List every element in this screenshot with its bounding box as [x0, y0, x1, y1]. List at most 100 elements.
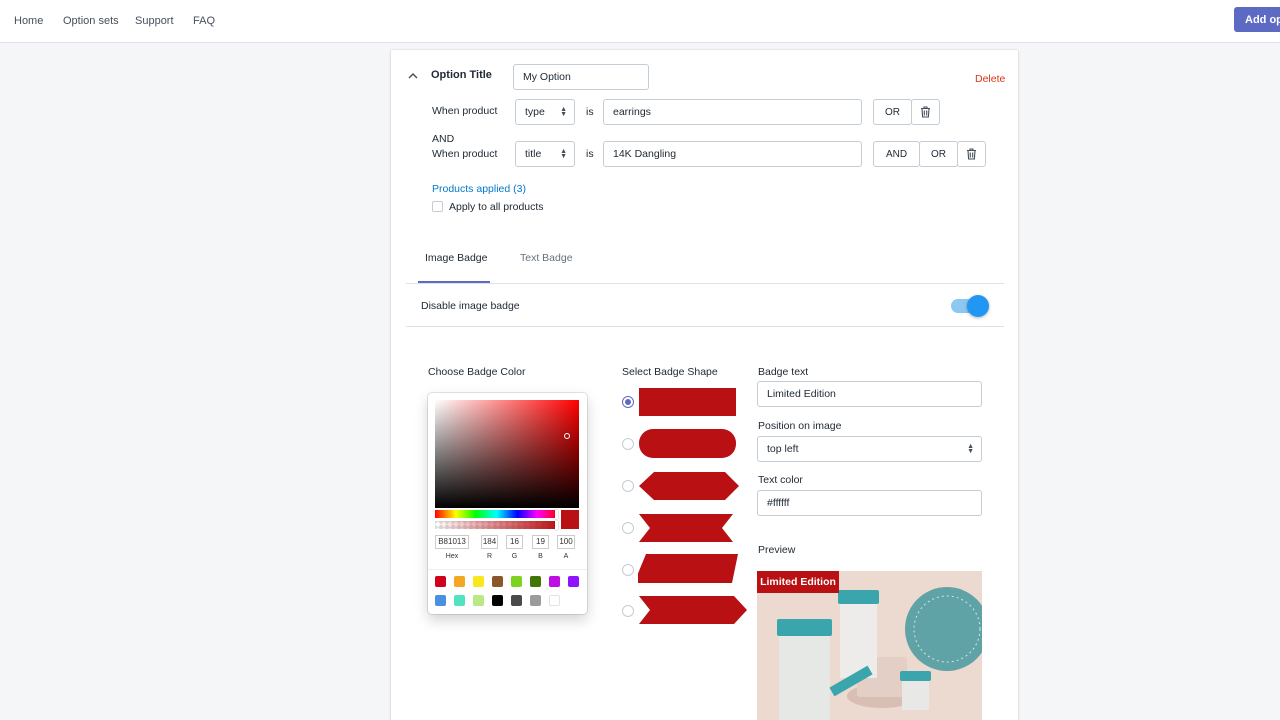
condition1-field-value: type	[525, 106, 545, 118]
shape-radio-parallelogram[interactable]	[622, 564, 634, 576]
badge-text-input[interactable]: Limited Edition	[757, 381, 982, 407]
text-color-label: Text color	[758, 474, 803, 486]
condition2-delete-button[interactable]	[957, 141, 986, 167]
alpha-slider[interactable]	[435, 520, 558, 530]
hex-input[interactable]: B81013	[435, 535, 469, 549]
preset-swatch[interactable]	[454, 576, 465, 587]
hue-handle[interactable]	[555, 509, 558, 519]
collapse-chevron-icon[interactable]	[408, 72, 418, 80]
nav-faq[interactable]: FAQ	[193, 15, 215, 27]
preset-swatch[interactable]	[435, 595, 446, 606]
hue-slider[interactable]	[435, 509, 558, 519]
select-arrows-icon: ▲ ▼	[967, 443, 974, 455]
delete-link[interactable]: Delete	[975, 73, 1005, 85]
preset-swatch[interactable]	[530, 576, 541, 587]
tabs-divider	[406, 283, 1004, 284]
shape-arrow[interactable]	[639, 596, 747, 624]
shape-radio-arrow[interactable]	[622, 605, 634, 617]
preset-swatch[interactable]	[511, 595, 522, 606]
condition2-and-button[interactable]: AND	[873, 141, 920, 167]
select-arrows-icon: ▲ ▼	[560, 106, 567, 118]
preset-swatch[interactable]	[492, 576, 503, 587]
trash-icon	[967, 148, 976, 160]
b-input[interactable]: 19	[532, 535, 549, 549]
option-title-label: Option Title	[431, 69, 492, 81]
product-photo	[757, 571, 982, 720]
saturation-cursor[interactable]	[564, 433, 570, 439]
black-overlay	[435, 400, 579, 508]
condition1-value-input[interactable]: earrings	[603, 99, 862, 125]
color-picker: B81013 184 16 19 100 Hex R G B A	[428, 393, 587, 614]
tab-image-badge[interactable]: Image Badge	[425, 252, 487, 264]
apply-all-checkbox[interactable]	[432, 201, 443, 212]
text-color-input[interactable]: #ffffff	[757, 490, 982, 516]
products-applied-link[interactable]: Products applied (3)	[432, 183, 526, 195]
top-nav: Home Option sets Support FAQ Add opt	[0, 0, 1280, 43]
shape-radio-hexagon[interactable]	[622, 480, 634, 492]
badge-shape-label: Select Badge Shape	[622, 366, 718, 378]
badge-color-label: Choose Badge Color	[428, 366, 526, 378]
shape-pill[interactable]	[639, 429, 736, 458]
preset-swatch[interactable]	[473, 576, 484, 587]
position-select[interactable]: top left ▲ ▼	[757, 436, 982, 462]
g-input[interactable]: 16	[506, 535, 523, 549]
preset-swatch[interactable]	[435, 576, 446, 587]
preset-swatch[interactable]	[454, 595, 465, 606]
condition2-and-prefix: AND	[432, 133, 455, 145]
preset-swatch[interactable]	[511, 576, 522, 587]
position-value: top left	[767, 443, 799, 455]
hex-label: Hex	[445, 553, 459, 560]
preview-label: Preview	[758, 544, 796, 556]
alpha-gradient	[435, 521, 558, 529]
condition1-or-button[interactable]: OR	[873, 99, 912, 125]
preset-swatch[interactable]	[530, 595, 541, 606]
preset-swatch[interactable]	[473, 595, 484, 606]
a-label: A	[563, 553, 569, 560]
condition2-field-value: title	[525, 148, 542, 160]
tab-text-badge[interactable]: Text Badge	[520, 252, 573, 264]
toggle-knob[interactable]	[967, 295, 989, 317]
nav-support[interactable]: Support	[135, 15, 174, 27]
shape-radio-pill[interactable]	[622, 438, 634, 450]
r-input[interactable]: 184	[481, 535, 498, 549]
condition2-value-input[interactable]: 14K Dangling	[603, 141, 862, 167]
condition1-delete-button[interactable]	[911, 99, 940, 125]
shape-radio-rectangle[interactable]	[622, 396, 634, 408]
option-title-input[interactable]: My Option	[513, 64, 649, 90]
section-divider	[406, 326, 1004, 327]
condition2-label: When product	[432, 148, 498, 160]
shape-parallelogram[interactable]	[638, 554, 738, 583]
r-label: R	[486, 553, 493, 560]
condition1-operator: is	[586, 106, 594, 118]
shape-hexagon[interactable]	[639, 472, 739, 500]
preview-image: Limited Edition	[757, 571, 982, 720]
preset-swatch[interactable]	[568, 576, 579, 587]
add-option-button[interactable]: Add opt	[1234, 7, 1280, 32]
g-label: G	[511, 553, 518, 560]
b-label: B	[538, 553, 543, 560]
select-arrows-icon: ▲ ▼	[560, 148, 567, 160]
saturation-area[interactable]	[435, 400, 579, 508]
position-label: Position on image	[758, 420, 842, 432]
preset-swatch[interactable]	[492, 595, 503, 606]
nav-home[interactable]: Home	[14, 15, 43, 27]
condition1-field-select[interactable]: type ▲ ▼	[515, 99, 575, 125]
shape-double-notch[interactable]	[639, 514, 733, 542]
nav-option-sets[interactable]: Option sets	[63, 15, 119, 27]
badge-text-label: Badge text	[758, 366, 809, 378]
preset-swatch[interactable]	[549, 576, 560, 587]
a-input[interactable]: 100	[557, 535, 575, 549]
preset-swatch[interactable]	[549, 595, 560, 606]
condition2-field-select[interactable]: title ▲ ▼	[515, 141, 575, 167]
shape-radio-double-notch[interactable]	[622, 522, 634, 534]
shape-rectangle[interactable]	[639, 388, 736, 416]
current-color-swatch	[561, 510, 579, 529]
badge-shapes	[638, 388, 747, 624]
disable-image-badge-label: Disable image badge	[421, 300, 520, 312]
preview-badge: Limited Edition	[757, 571, 839, 593]
condition1-label: When product	[432, 105, 498, 117]
condition2-operator: is	[586, 148, 594, 160]
apply-all-label: Apply to all products	[449, 201, 544, 213]
alpha-handle[interactable]	[555, 520, 558, 530]
condition2-or-button[interactable]: OR	[919, 141, 958, 167]
